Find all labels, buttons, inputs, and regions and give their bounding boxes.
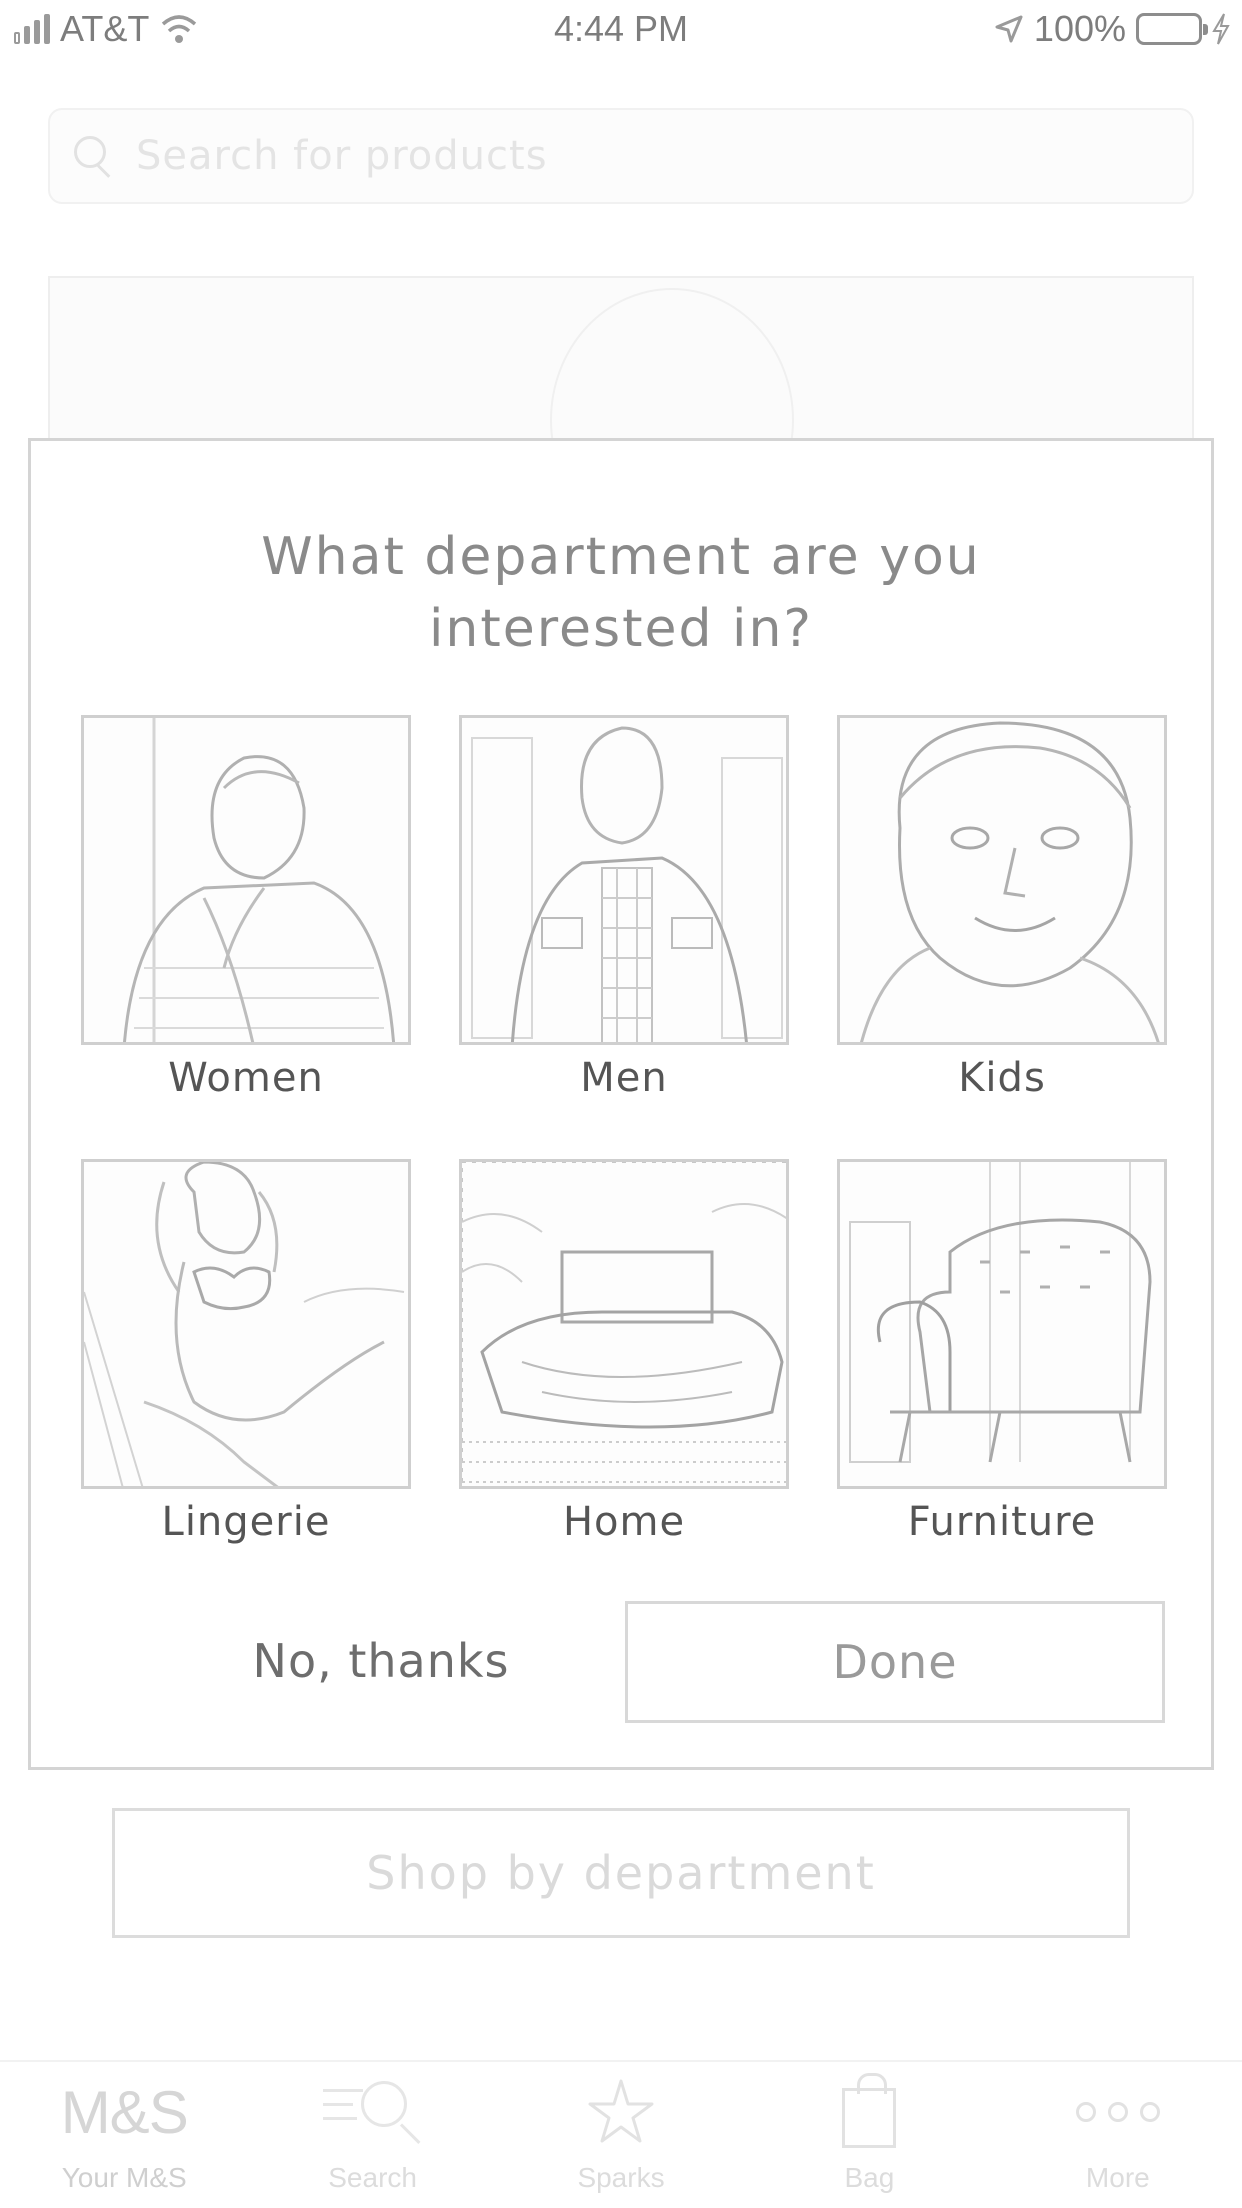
tab-sparks[interactable]: Sparks [497, 2062, 745, 2208]
women-photo[interactable] [81, 715, 411, 1045]
star-icon [588, 2079, 654, 2143]
ms-logo-icon: M&S [60, 2078, 189, 2146]
department-tile-women[interactable]: Women [81, 715, 411, 1101]
department-label-furniture: Furniture [907, 1499, 1097, 1545]
hero-banner[interactable] [48, 276, 1194, 446]
modal-title-line1: What department are you [261, 527, 981, 587]
department-tile-men[interactable]: Men [459, 715, 789, 1101]
tab-bar: M&S Your M&S Search Sparks Bag More [0, 2060, 1242, 2208]
department-label-women: Women [168, 1055, 324, 1101]
tab-label-your-ms: Your M&S [61, 2162, 187, 2193]
battery-percent: 100% [1033, 8, 1126, 49]
department-modal: What department are you interested in? W… [28, 438, 1214, 1770]
tab-label-bag: Bag [844, 2162, 895, 2193]
done-button[interactable]: Done [625, 1601, 1165, 1723]
department-label-men: Men [580, 1055, 668, 1101]
modal-title: What department are you interested in? [31, 521, 1211, 665]
tab-more[interactable]: More [994, 2062, 1242, 2208]
department-label-kids: Kids [958, 1055, 1046, 1101]
home-photo[interactable] [459, 1159, 789, 1489]
search-input[interactable]: Search for products [136, 133, 548, 179]
shop-by-department-button[interactable]: Shop by department [112, 1808, 1130, 1938]
status-bar: AT&T 4:44 PM 100% [0, 0, 1242, 60]
battery-icon [1136, 13, 1208, 45]
department-label-lingerie: Lingerie [161, 1499, 331, 1545]
tab-your-ms[interactable]: M&S Your M&S [0, 2062, 248, 2208]
bag-icon [842, 2073, 897, 2148]
department-tile-lingerie[interactable]: Lingerie [81, 1159, 411, 1545]
department-label-home: Home [562, 1499, 686, 1545]
search-bar[interactable]: Search for products [48, 108, 1194, 204]
tab-label-search: Search [328, 2162, 417, 2193]
status-right: 100% [994, 8, 1230, 50]
tab-search[interactable]: Search [248, 2062, 496, 2208]
department-tile-furniture[interactable]: Furniture [837, 1159, 1167, 1545]
department-tile-home[interactable]: Home [459, 1159, 789, 1545]
modal-title-line2: interested in? [428, 599, 814, 659]
no-thanks-button[interactable]: No, thanks [121, 1601, 641, 1721]
men-photo[interactable] [459, 715, 789, 1045]
furniture-photo[interactable] [837, 1159, 1167, 1489]
lingerie-photo[interactable] [81, 1159, 411, 1489]
department-tile-kids[interactable]: Kids [837, 715, 1167, 1101]
more-icon [1075, 2102, 1160, 2122]
charging-bolt-icon [1212, 13, 1230, 45]
tab-bag[interactable]: Bag [745, 2062, 993, 2208]
tab-label-more: More [1085, 2162, 1150, 2193]
search-list-icon [322, 2077, 423, 2147]
location-arrow-icon [995, 15, 1023, 43]
search-icon [72, 134, 116, 178]
kids-photo[interactable] [837, 715, 1167, 1045]
tab-label-sparks: Sparks [577, 2162, 665, 2193]
